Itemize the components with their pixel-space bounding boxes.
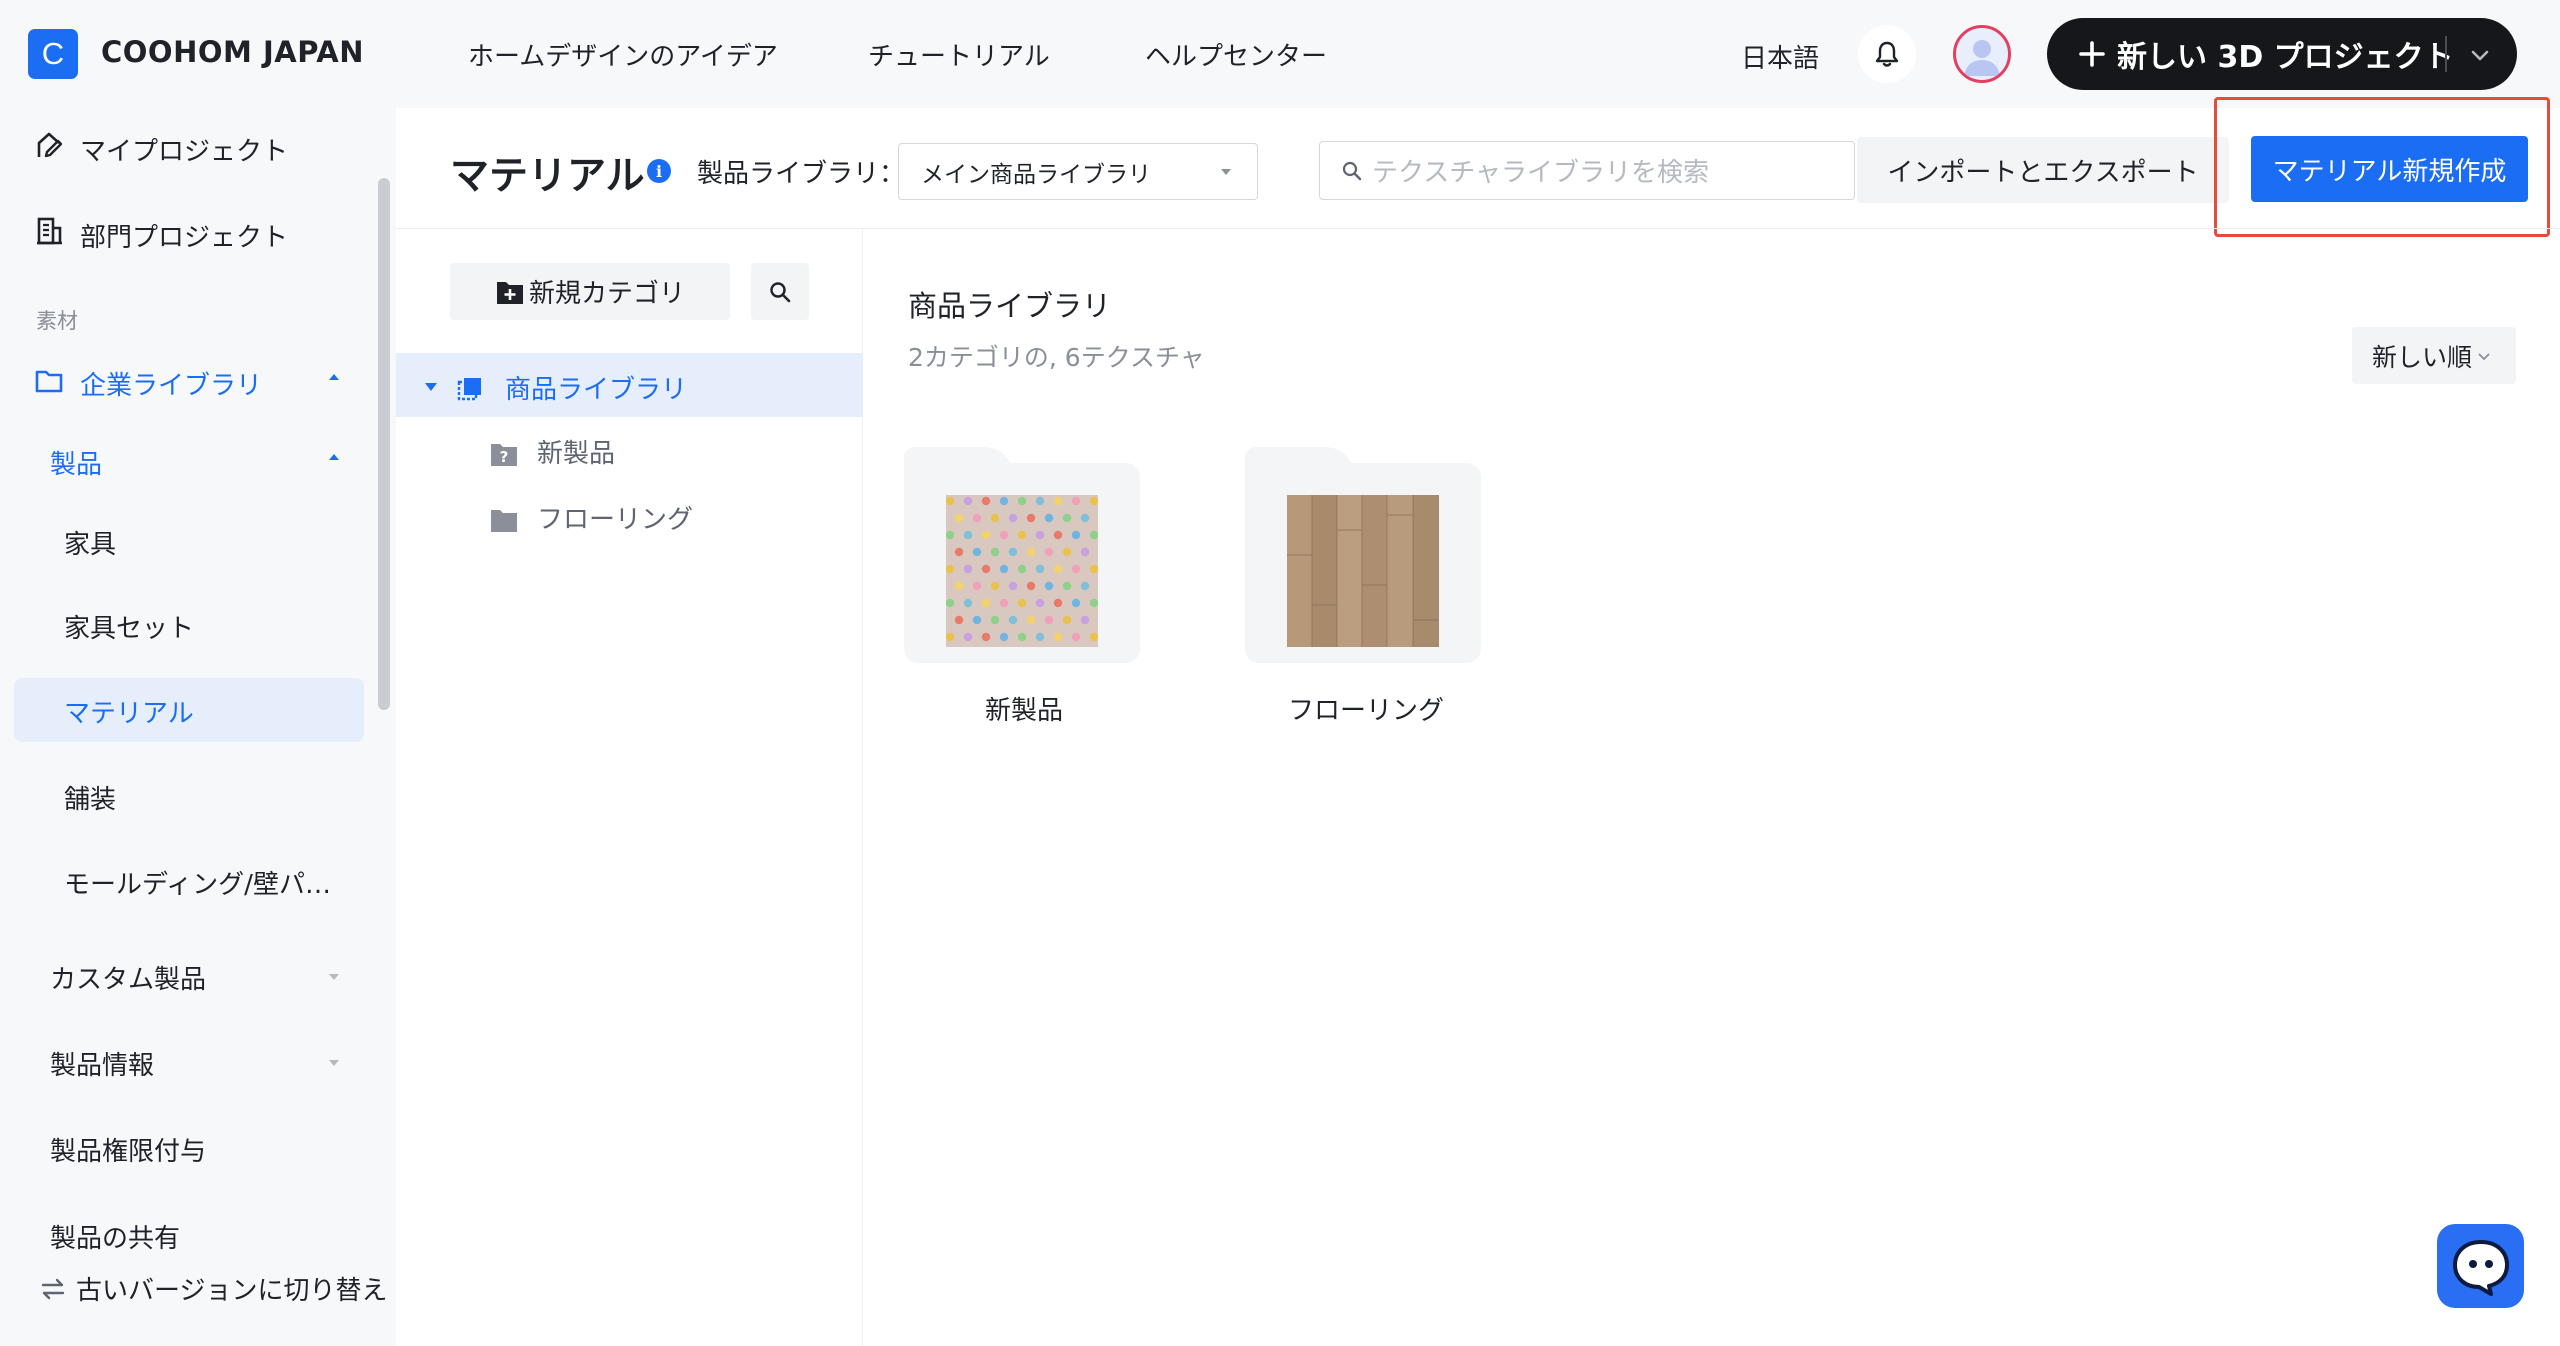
sidebar-item-product-info[interactable]: 製品情報 [50, 1045, 154, 1082]
sidebar-item-furniture[interactable]: 家具 [64, 524, 116, 561]
polka-dot-texture-thumbnail [946, 495, 1098, 647]
new-project-label: 新しい 3D プロジェクト [2117, 40, 2454, 75]
import-export-button[interactable]: インポートとエクスポート [1857, 137, 2229, 203]
chat-bubble-icon [2449, 1236, 2513, 1300]
sidebar-item-product-sharing[interactable]: 製品の共有 [50, 1218, 180, 1255]
sidebar: マイプロジェクト 部門プロジェクト 素材 企業ライブラリ 製品 家具 家具セット… [0, 108, 396, 1346]
sort-dropdown[interactable]: 新しい順 [2352, 327, 2516, 384]
chevron-down-icon[interactable] [2467, 42, 2493, 68]
building-icon [34, 216, 64, 246]
content-title: 商品ライブラリ [908, 289, 1112, 323]
sidebar-section-label: 素材 [36, 309, 78, 333]
library-select[interactable]: メイン商品ライブラリ [898, 143, 1258, 200]
sidebar-item-custom-products[interactable]: カスタム製品 [50, 959, 206, 996]
nav-help-center[interactable]: ヘルプセンター [1145, 36, 1327, 73]
search-icon [769, 281, 791, 303]
page-title: マテリアル [450, 154, 645, 199]
dropdown-arrow-icon [1221, 169, 1231, 175]
folder-card-new-products[interactable] [904, 447, 1140, 663]
tree-item-new-products[interactable]: 新製品 [537, 433, 615, 470]
tree-expand-icon[interactable] [425, 383, 437, 391]
sidebar-item-paving[interactable]: 舗装 [64, 779, 116, 816]
project-icon [34, 130, 64, 160]
new-3d-project-button[interactable]: 新しい 3D プロジェクト [2047, 18, 2517, 90]
nav-design-ideas[interactable]: ホームデザインのアイデア [468, 36, 778, 73]
folder-label[interactable]: 新製品 [906, 690, 1142, 727]
folder-icon [489, 506, 519, 534]
sidebar-item-material[interactable]: マテリアル [64, 693, 194, 730]
texture-search-input[interactable]: テクスチャライブラリを検索 [1319, 141, 1855, 200]
annotation-highlight-box [2214, 97, 2550, 237]
notification-button[interactable] [1858, 25, 1916, 83]
top-header: C COOHOM JAPAN ホームデザインのアイデア チュートリアル ヘルプセ… [0, 0, 2560, 108]
tree-item-flooring[interactable]: フローリング [537, 499, 693, 536]
search-placeholder: テクスチャライブラリを検索 [1372, 158, 1709, 188]
tree-search-button[interactable] [751, 263, 809, 320]
bell-icon [1874, 40, 1900, 68]
language-switcher[interactable]: 日本語 [1741, 38, 1819, 75]
sidebar-item-products[interactable]: 製品 [50, 444, 102, 481]
library-select-value: メイン商品ライブラリ [921, 161, 1151, 188]
caret-down-icon[interactable] [329, 1060, 339, 1066]
swap-icon [40, 1278, 66, 1300]
sidebar-item-product-permissions[interactable]: 製品権限付与 [50, 1131, 206, 1168]
new-category-button[interactable]: 新規カテゴリ [450, 263, 730, 320]
wood-floor-texture-thumbnail [1287, 495, 1439, 647]
search-icon [1342, 161, 1362, 181]
folder-label[interactable]: フローリング [1248, 690, 1484, 727]
sidebar-scrollbar[interactable] [378, 178, 390, 710]
svg-text:?: ? [500, 448, 509, 466]
library-label: 製品ライブラリ： [697, 159, 906, 189]
brand-name[interactable]: COOHOM JAPAN [101, 35, 364, 69]
button-divider [2445, 36, 2447, 72]
chat-support-button[interactable] [2437, 1224, 2524, 1308]
folder-plus-icon [495, 278, 525, 306]
content-summary: 2カテゴリの, 6テクスチャ [908, 343, 1205, 372]
sidebar-item-dept-projects[interactable]: 部門プロジェクト [80, 217, 288, 254]
sidebar-item-furniture-set[interactable]: 家具セット [64, 608, 194, 645]
tree-item-root[interactable]: 商品ライブラリ [505, 369, 687, 406]
sidebar-item-molding[interactable]: モールディング/壁パ… [64, 864, 331, 901]
question-folder-icon: ? [489, 440, 519, 468]
caret-up-icon[interactable] [329, 454, 339, 460]
sort-label: 新しい順 [2372, 342, 2473, 372]
info-icon[interactable]: i [647, 159, 671, 183]
user-avatar[interactable] [1953, 25, 2011, 83]
new-category-label: 新規カテゴリ [528, 279, 685, 309]
switch-version-label: 古いバージョンに切り替え [76, 1276, 388, 1306]
sidebar-item-my-projects[interactable]: マイプロジェクト [80, 131, 288, 168]
sidebar-item-enterprise-library[interactable]: 企業ライブラリ [80, 365, 262, 402]
folder-icon [34, 366, 64, 396]
caret-up-icon[interactable] [329, 374, 339, 380]
nav-tutorials[interactable]: チュートリアル [868, 36, 1050, 73]
caret-down-icon[interactable] [329, 974, 339, 980]
folder-card-flooring[interactable] [1245, 447, 1481, 663]
logo-icon[interactable]: C [28, 29, 78, 79]
chevron-down-icon [2476, 348, 2492, 364]
library-stack-icon [456, 375, 484, 403]
plus-icon [2079, 41, 2105, 67]
switch-version-link[interactable]: 古いバージョンに切り替え [40, 1270, 387, 1307]
